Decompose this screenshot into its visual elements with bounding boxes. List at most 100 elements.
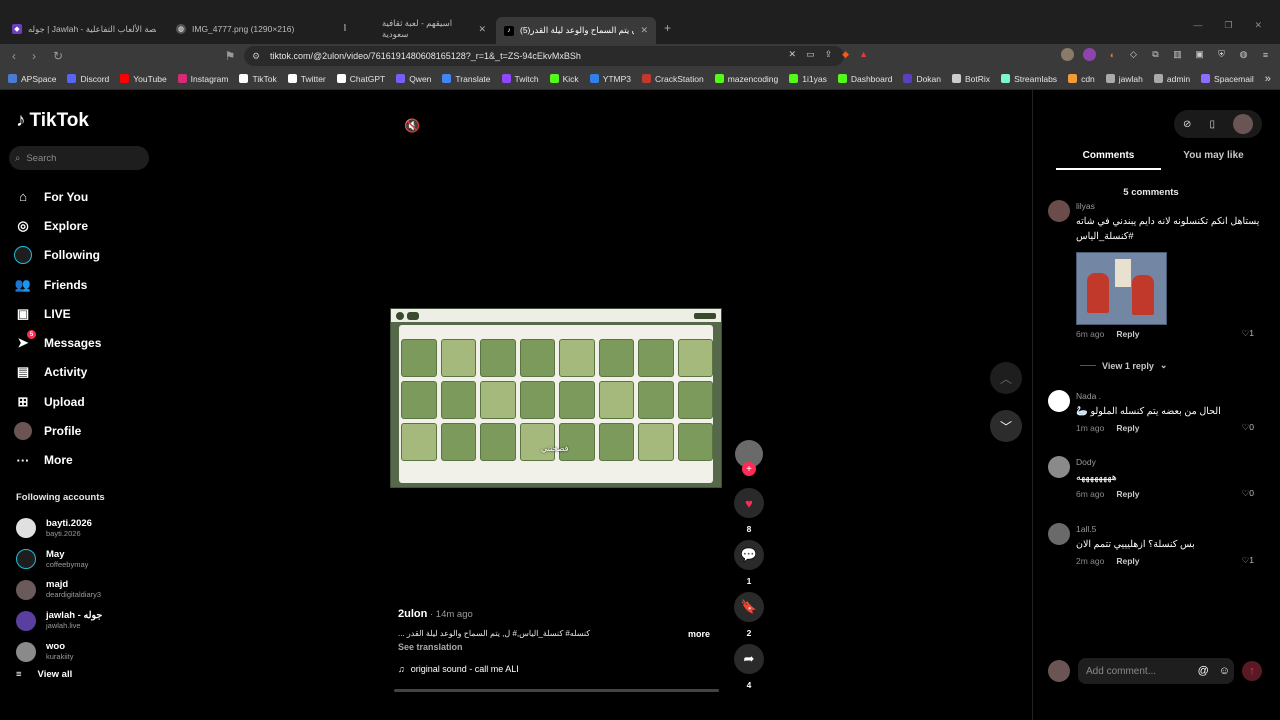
brave-shields-icon[interactable]: ◆ [842, 49, 849, 60]
bookmark-1i1yas[interactable]: 1i1yas [789, 74, 827, 84]
bookmark-translate[interactable]: Translate [442, 74, 491, 84]
bookmark-youtube[interactable]: YouTube [120, 74, 167, 84]
bookmark-discord[interactable]: Discord [67, 74, 109, 84]
reply-button[interactable]: Reply [1116, 489, 1139, 499]
browser-tab-3[interactable]: ♪ (5)ان يتم السماح والوعد ليلة القدر ✕ [496, 17, 656, 44]
comment-button[interactable]: 💬 [734, 540, 764, 570]
close-tab-icon[interactable]: ✕ [478, 24, 486, 35]
address-bar[interactable]: ⚙ tiktok.com/@2ulon/video/76161914806081… [244, 46, 868, 66]
browser-tab-1[interactable]: ◍ IMG_4777.png (1290×216) [168, 18, 328, 40]
tab-you-may-like[interactable]: You may like [1161, 150, 1266, 170]
bookmark-ytmp3[interactable]: YTMP3 [589, 74, 631, 84]
post-comment-button[interactable]: ↑ [1242, 661, 1262, 681]
emoji-icon[interactable]: ☺ [1219, 665, 1230, 677]
new-tab-button[interactable]: + [664, 21, 671, 35]
commenter-avatar[interactable] [1048, 200, 1070, 222]
close-tab-icon[interactable]: ✕ [640, 25, 648, 36]
wallet-icon[interactable]: ▣ [1193, 48, 1206, 61]
extension-avatar-icon[interactable] [1061, 48, 1074, 61]
mention-icon[interactable]: @ [1198, 665, 1209, 677]
bookmark-kick[interactable]: Kick [549, 74, 579, 84]
forward-arrow-icon[interactable]: › [24, 46, 44, 66]
sidebar-item-profile[interactable]: Profile [14, 416, 101, 445]
browser-tab-0[interactable]: ◆ جوله | Jawlah - منصة الألعاب التفاعلية [4, 18, 164, 40]
commenter-avatar[interactable] [1048, 390, 1070, 412]
vpn-icon[interactable]: ⛨ [1215, 48, 1228, 61]
screen-cast-icon[interactable]: ▭ [806, 49, 815, 60]
bookmark-instagram[interactable]: Instagram [177, 74, 228, 84]
bookmark-chatgpt[interactable]: ChatGPT [336, 74, 385, 84]
reply-button[interactable]: Reply [1116, 423, 1139, 433]
video-author[interactable]: 2ulon [398, 608, 427, 620]
close-window-icon[interactable]: ✕ [1254, 20, 1262, 31]
reply-button[interactable]: Reply [1116, 556, 1139, 566]
profile-icon[interactable]: ◍ [1237, 48, 1250, 61]
extension-orange-icon[interactable]: ◖ [1105, 48, 1118, 61]
video-player[interactable]: فصحتني [390, 308, 722, 488]
following-account[interactable]: majd deardigitaldiary3 [16, 575, 166, 606]
bookmark-apspace[interactable]: APSpace [8, 74, 56, 84]
sound-link[interactable]: ♫ original sound - call me ALI [398, 664, 718, 674]
view-all-button[interactable]: ≡ View all [16, 669, 166, 680]
tiktok-logo[interactable]: ♪ TikTok [16, 110, 89, 132]
like-button[interactable]: ♥ [734, 488, 764, 518]
share-icon[interactable]: ⇪ [825, 49, 833, 60]
following-account[interactable]: woo kurakiity [16, 636, 166, 667]
sidebar-item-friends[interactable]: 👥 Friends [14, 270, 101, 299]
sidebar-item-for-you[interactable]: ⌂ For You [14, 182, 101, 211]
search-input[interactable]: ⌕ Search [9, 146, 149, 170]
menu-icon[interactable]: ≡ [1259, 48, 1272, 61]
tab-comments[interactable]: Comments [1056, 150, 1161, 170]
browser-tab-2[interactable]: أ اسيقهم - لعبة ثقافية سعودية ✕ [332, 18, 494, 40]
sidebar-toggle-icon[interactable]: ▥ [1171, 48, 1184, 61]
commenter-avatar[interactable] [1048, 456, 1070, 478]
previous-video-button[interactable]: ︿ [990, 362, 1022, 394]
bookmark-dokan[interactable]: Dokan [903, 74, 941, 84]
follow-plus-icon[interactable]: + [742, 462, 756, 476]
bookmark-twitch[interactable]: Twitch [501, 74, 539, 84]
reload-icon[interactable]: ↻ [48, 46, 68, 66]
bookmark-streamlabs[interactable]: Streamlabs [1001, 74, 1057, 84]
sidebar-item-explore[interactable]: ◎ Explore [14, 211, 101, 240]
mute-site-icon[interactable]: ✕ [789, 49, 797, 60]
following-account[interactable]: May coffeebymay [16, 544, 166, 575]
site-info-icon[interactable]: ⚙ [252, 51, 260, 62]
back-arrow-icon[interactable]: ‹ [4, 46, 24, 66]
maximize-icon[interactable]: ❐ [1224, 20, 1232, 31]
device-icon[interactable]: ▯ [1209, 119, 1215, 130]
bookmark-admin[interactable]: admin [1153, 74, 1190, 84]
sidebar-item-following[interactable]: Following [14, 241, 101, 270]
bookmark-spacemail[interactable]: Spacemail [1201, 74, 1254, 84]
following-account[interactable]: jawlah - جوله jawlah.live [16, 605, 166, 636]
bookmark-botrix[interactable]: BotRix [952, 74, 990, 84]
bookmark-jawlah[interactable]: jawlah [1105, 74, 1143, 84]
next-video-button[interactable]: ﹀ [990, 410, 1022, 442]
comment-input[interactable]: Add comment... @ ☺ [1078, 658, 1234, 684]
bookmark-cdn[interactable]: cdn [1068, 74, 1095, 84]
comment-like[interactable]: ♡0 [1242, 422, 1254, 433]
bookmarks-overflow-icon[interactable]: » [1265, 73, 1271, 85]
comment-like[interactable]: ♡1 [1242, 555, 1254, 566]
following-account[interactable]: bayti.2026 bayti.2026 [16, 513, 166, 544]
comment-user[interactable]: lilyas [1076, 200, 1260, 212]
brave-rewards-icon[interactable]: ▲ [859, 49, 868, 60]
sidebar-item-messages[interactable]: ➤ 5 Messages [14, 328, 101, 357]
view-replies-button[interactable]: View 1 reply ⌄ [1080, 360, 1167, 371]
minimize-icon[interactable]: — [1193, 20, 1202, 31]
bookmark-mazencoding[interactable]: mazencoding [714, 74, 778, 84]
sidebar-item-more[interactable]: ··· More [14, 446, 101, 475]
reply-button[interactable]: Reply [1116, 329, 1139, 339]
more-button[interactable]: more [688, 629, 710, 639]
save-button[interactable]: 🔖 [734, 592, 764, 622]
video-progress-bar[interactable] [394, 689, 719, 692]
sidebar-item-live[interactable]: ▣ LIVE [14, 299, 101, 328]
bookmark-dashboard[interactable]: Dashboard [837, 74, 892, 84]
comment-user[interactable]: Nada . [1076, 390, 1260, 402]
creator-avatar[interactable]: + [735, 440, 763, 476]
sidebar-item-upload[interactable]: ⊞ Upload [14, 387, 101, 416]
bookmark-qwen[interactable]: Qwen [396, 74, 431, 84]
bookmark-twitter[interactable]: Twitter [287, 74, 326, 84]
user-avatar[interactable] [1232, 114, 1253, 134]
share-button[interactable]: ➦ [734, 644, 764, 674]
extension-purple-icon[interactable] [1083, 48, 1096, 61]
